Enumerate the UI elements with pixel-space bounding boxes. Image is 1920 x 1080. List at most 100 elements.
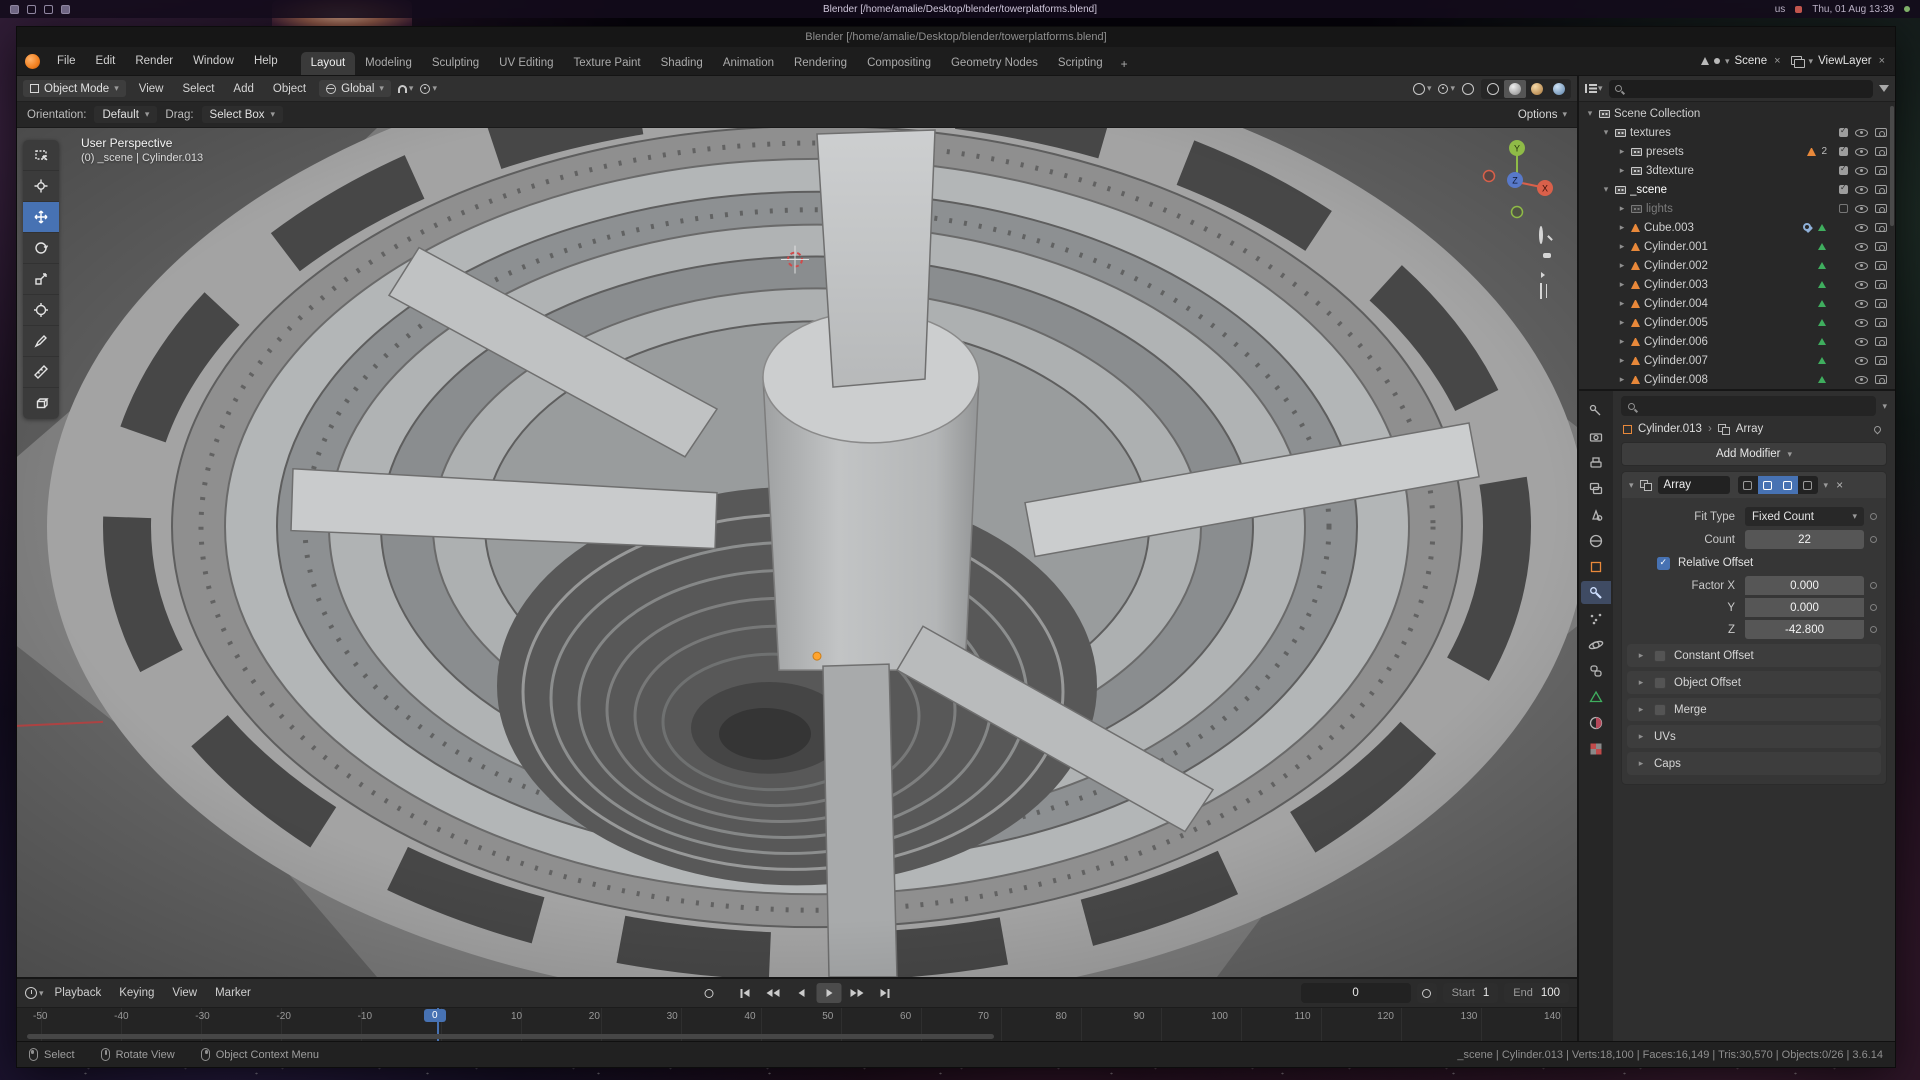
tab-modeling[interactable]: Modeling — [355, 52, 422, 75]
jump-to-start-button[interactable] — [733, 983, 758, 1003]
hide-viewport-icon[interactable] — [1855, 129, 1868, 137]
filter-icon[interactable] — [1879, 85, 1889, 92]
hide-viewport-icon[interactable] — [1855, 148, 1868, 156]
xray-toggle[interactable] — [1462, 83, 1474, 95]
current-frame-field[interactable]: 0 — [1301, 983, 1411, 1003]
outliner-row[interactable]: ▸Cylinder.004 — [1579, 294, 1895, 313]
timeline-menu-marker[interactable]: Marker — [208, 985, 258, 1001]
disclosure-icon[interactable]: ▸ — [1617, 260, 1627, 271]
modifier-panel-header[interactable]: ▾ Array ▾ × — [1622, 472, 1886, 498]
zoom-icon[interactable] — [1539, 228, 1543, 242]
playhead-frame-badge[interactable]: 0 — [424, 1009, 446, 1022]
tab-output[interactable] — [1581, 451, 1611, 474]
viewport-menu-add[interactable]: Add — [227, 81, 259, 97]
outliner-row[interactable]: ▸Cylinder.003 — [1579, 275, 1895, 294]
view-layer-selector[interactable]: ▾ ViewLayer × — [1791, 55, 1887, 67]
timeline-menu-playback[interactable]: Playback — [48, 985, 109, 1001]
exclude-checkbox[interactable] — [1839, 204, 1848, 213]
outliner-editor-type-button[interactable]: ▾ — [1585, 83, 1603, 94]
tab-constraints[interactable] — [1581, 659, 1611, 682]
outliner-row[interactable]: ▸Cylinder.005 — [1579, 313, 1895, 332]
tab-texture[interactable] — [1581, 737, 1611, 760]
scale-tool[interactable] — [23, 264, 59, 295]
tab-physics[interactable] — [1581, 633, 1611, 656]
exclude-checkbox[interactable] — [1839, 147, 1848, 156]
animate-dot[interactable] — [1870, 582, 1877, 589]
hide-viewport-icon[interactable] — [1855, 243, 1868, 251]
breadcrumb-modifier[interactable]: Array — [1736, 423, 1763, 435]
rotate-tool[interactable] — [23, 233, 59, 264]
timeline-editor-type-button[interactable]: ▾ — [25, 987, 44, 999]
breadcrumb-object[interactable]: Cylinder.013 — [1638, 423, 1702, 435]
disclosure-icon[interactable]: ▾ — [1601, 127, 1611, 138]
factor-z-field[interactable]: -42.800 — [1745, 620, 1864, 639]
terminal-icon[interactable] — [61, 5, 70, 14]
neg-x-axis-ball[interactable] — [1484, 171, 1495, 182]
jump-to-end-button[interactable] — [873, 983, 898, 1003]
animate-dot[interactable] — [1870, 513, 1877, 520]
viewport-menu-select[interactable]: Select — [176, 81, 220, 97]
fit-type-dropdown[interactable]: Fixed Count▾ — [1745, 507, 1864, 526]
animate-dot[interactable] — [1870, 536, 1877, 543]
on-cage-toggle[interactable] — [1738, 476, 1758, 494]
hide-viewport-icon[interactable] — [1855, 281, 1868, 289]
relative-offset-checkbox[interactable] — [1657, 557, 1670, 570]
tab-texture-paint[interactable]: Texture Paint — [564, 52, 651, 75]
disable-render-icon[interactable] — [1875, 318, 1887, 327]
previous-keyframe-button[interactable] — [761, 983, 786, 1003]
factor-y-field[interactable]: 0.000 — [1745, 598, 1864, 617]
relative-offset-checkbox-row[interactable]: Relative Offset — [1627, 551, 1881, 575]
animate-dot[interactable] — [1870, 626, 1877, 633]
material-preview-button[interactable] — [1526, 80, 1548, 98]
outliner-search-input[interactable] — [1609, 80, 1873, 98]
end-frame-field[interactable]: End100 — [1504, 983, 1569, 1003]
tab-view-layer[interactable] — [1581, 477, 1611, 500]
disclosure-icon[interactable]: ▸ — [1617, 336, 1627, 347]
hide-viewport-icon[interactable] — [1855, 167, 1868, 175]
show-gizmo-toggle[interactable]: ▾ — [1413, 83, 1432, 95]
disable-render-icon[interactable] — [1875, 280, 1887, 289]
animate-dot[interactable] — [1870, 604, 1877, 611]
play-button[interactable] — [817, 983, 842, 1003]
disable-render-icon[interactable] — [1875, 185, 1887, 194]
outliner-row[interactable]: ▸Cylinder.002 — [1579, 256, 1895, 275]
hide-viewport-icon[interactable] — [1855, 186, 1868, 194]
start-frame-field[interactable]: Start1 — [1443, 983, 1499, 1003]
outliner-row[interactable]: ▸3dtexture — [1579, 161, 1895, 180]
hide-viewport-icon[interactable] — [1855, 262, 1868, 270]
add-modifier-button[interactable]: Add Modifier ▾ — [1621, 442, 1887, 466]
delete-modifier-button[interactable]: × — [1836, 478, 1843, 492]
tab-material[interactable] — [1581, 711, 1611, 734]
play-reverse-button[interactable] — [789, 983, 814, 1003]
merge-checkbox[interactable] — [1654, 704, 1666, 716]
exclude-checkbox[interactable] — [1839, 128, 1848, 137]
show-overlays-toggle[interactable]: ▾ — [1438, 83, 1455, 94]
ortho-grid-icon[interactable] — [1540, 284, 1542, 298]
render-toggle[interactable] — [1798, 476, 1818, 494]
keyboard-layout[interactable]: us — [1775, 4, 1786, 15]
object-offset-checkbox[interactable] — [1654, 677, 1666, 689]
outliner-row[interactable]: ▸Cylinder.006 — [1579, 332, 1895, 351]
factor-x-field[interactable]: 0.000 — [1745, 576, 1864, 595]
disclosure-icon[interactable]: ▸ — [1617, 222, 1627, 233]
filter-dropdown-icon[interactable]: ▾ — [1882, 401, 1887, 412]
disable-render-icon[interactable] — [1875, 147, 1887, 156]
hide-viewport-icon[interactable] — [1855, 205, 1868, 213]
proportional-editing-toggle[interactable]: ▾ — [420, 83, 437, 94]
disable-render-icon[interactable] — [1875, 356, 1887, 365]
record-button[interactable] — [697, 983, 722, 1003]
disclosure-icon[interactable]: ▾ — [1585, 108, 1595, 119]
disclosure-icon[interactable]: ▸ — [1617, 355, 1627, 366]
tab-animation[interactable]: Animation — [713, 52, 784, 75]
disclosure-icon[interactable]: ▸ — [1617, 279, 1627, 290]
3d-scene[interactable] — [17, 128, 1577, 977]
collapse-icon[interactable]: ▾ — [1629, 480, 1634, 491]
wireframe-shading-button[interactable] — [1482, 80, 1504, 98]
viewport-menu-object[interactable]: Object — [267, 81, 312, 97]
outliner-scrollbar[interactable] — [1890, 106, 1894, 226]
tab-render[interactable] — [1581, 425, 1611, 448]
remove-view-layer-icon[interactable]: × — [1877, 55, 1887, 67]
hide-viewport-icon[interactable] — [1855, 376, 1868, 384]
exclude-checkbox[interactable] — [1839, 185, 1848, 194]
uvs-section[interactable]: ▸ UVs — [1627, 725, 1881, 748]
